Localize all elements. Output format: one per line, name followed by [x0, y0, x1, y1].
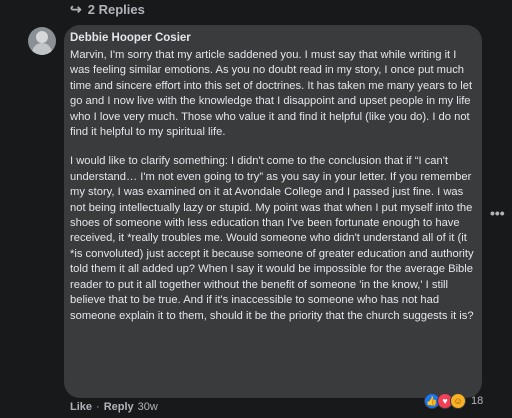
reply-button[interactable]: Reply	[104, 401, 134, 413]
replies-count-label: 2 Replies	[87, 1, 145, 17]
timestamp[interactable]: 30w	[138, 401, 158, 413]
comment-body: Marvin, I'm sorry that my article sadden…	[70, 48, 474, 324]
more-options-icon[interactable]: •••	[490, 205, 505, 221]
comment-actions: Like · Reply 30w	[70, 401, 158, 413]
reaction-count: 18	[471, 395, 484, 407]
view-replies-link[interactable]: ↪ 2 Replies	[70, 0, 145, 18]
reactions-summary[interactable]: 👍 ♥ ☺ 18	[424, 393, 483, 409]
comment-paragraph: Marvin, I'm sorry that my article sadden…	[70, 49, 473, 139]
avatar[interactable]	[28, 27, 56, 55]
comment-bubble: Debbie Hooper Cosier Marvin, I'm sorry t…	[64, 25, 482, 398]
reply-arrow-icon: ↪	[70, 0, 82, 17]
care-reaction-icon: ☺	[450, 393, 466, 409]
comment-author[interactable]: Debbie Hooper Cosier	[70, 31, 474, 46]
like-button[interactable]: Like	[70, 401, 92, 413]
comment-paragraph: I would like to clarify something: I did…	[70, 155, 474, 322]
separator: ·	[96, 401, 100, 413]
